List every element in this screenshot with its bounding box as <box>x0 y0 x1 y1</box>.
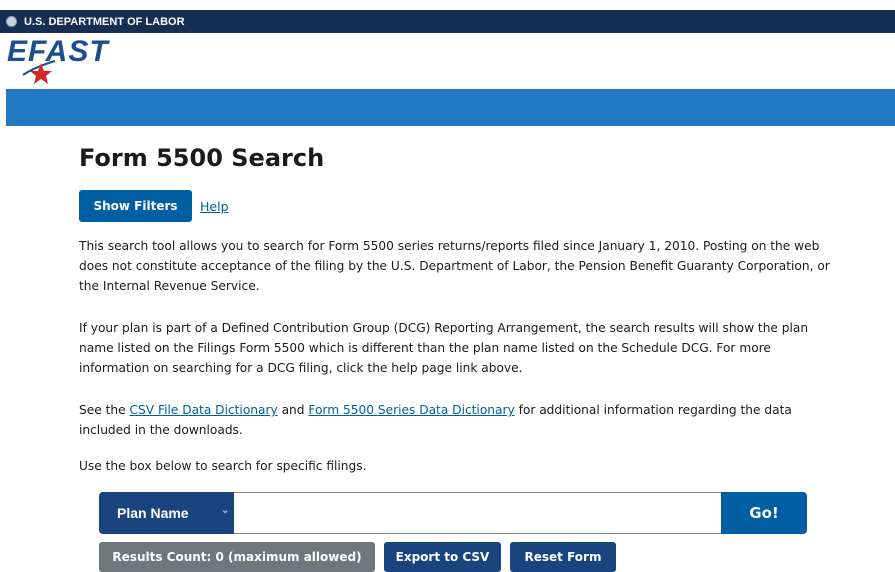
results-count: Results Count: 0 (maximum allowed) <box>99 542 375 572</box>
header-band <box>6 89 895 126</box>
search-input[interactable] <box>234 492 721 534</box>
export-csv-button[interactable]: Export to CSV <box>384 542 501 572</box>
search-field-label: Plan Name <box>117 505 189 521</box>
star-icon <box>22 60 56 84</box>
reset-form-button[interactable]: Reset Form <box>510 542 616 572</box>
series-dictionary-link[interactable]: Form 5500 Series Data Dictionary <box>308 403 514 417</box>
search-bar: Plan Name ⌄ Go! <box>99 492 807 534</box>
p3-prefix: See the <box>79 403 130 417</box>
show-filters-button[interactable]: Show Filters <box>79 190 192 222</box>
help-link[interactable]: Help <box>200 199 229 214</box>
intro-paragraph-3: See the CSV File Data Dictionary and For… <box>79 400 839 440</box>
csv-dictionary-link[interactable]: CSV File Data Dictionary <box>129 403 277 417</box>
search-field-select[interactable]: Plan Name ⌄ <box>99 492 234 534</box>
efast-logo[interactable]: EFAST <box>5 35 135 85</box>
page-title: Form 5500 Search <box>79 144 325 172</box>
p3-and: and <box>277 403 309 417</box>
intro-paragraph-1: This search tool allows you to search fo… <box>79 239 830 293</box>
go-button[interactable]: Go! <box>721 492 807 534</box>
chevron-down-icon: ⌄ <box>221 505 230 516</box>
dol-seal-icon <box>6 16 17 27</box>
logo-bar: EFAST <box>0 33 895 89</box>
gov-banner: U.S. DEPARTMENT OF LABOR <box>0 10 895 33</box>
gov-banner-text: U.S. DEPARTMENT OF LABOR <box>24 15 185 28</box>
intro-paragraph-4: Use the box below to search for specific… <box>79 459 367 473</box>
intro-paragraph-2: If your plan is part of a Defined Contri… <box>79 321 809 375</box>
